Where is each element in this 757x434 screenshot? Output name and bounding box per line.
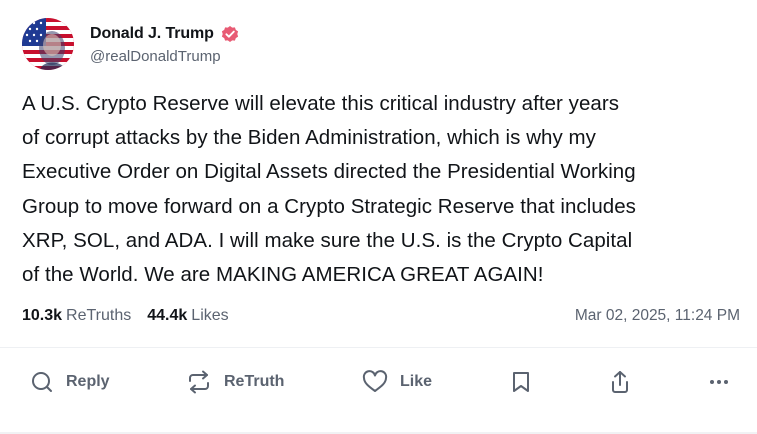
avatar[interactable]	[22, 18, 74, 70]
bookmark-icon	[510, 370, 532, 394]
more-icon	[707, 370, 731, 394]
author-handle[interactable]: @realDonaldTrump	[90, 48, 240, 65]
reply-label: Reply	[66, 373, 110, 390]
reply-button[interactable]: Reply	[30, 364, 110, 400]
post-header: Donald J. Trump @realDonaldTrump	[22, 18, 240, 70]
display-name[interactable]: Donald J. Trump	[90, 25, 214, 43]
retruth-icon	[186, 370, 212, 394]
like-icon	[362, 370, 388, 394]
reply-icon	[30, 370, 54, 394]
avatar-flag-portrait-icon	[22, 18, 74, 70]
likes-count[interactable]: 44.4k	[147, 307, 187, 325]
action-bar: Reply ReTruth Like	[0, 364, 757, 400]
share-button[interactable]	[609, 364, 631, 400]
retruths-count[interactable]: 10.3k	[22, 307, 62, 325]
name-row: Donald J. Trump	[90, 23, 240, 45]
divider	[0, 347, 757, 348]
retruth-button[interactable]: ReTruth	[186, 364, 284, 400]
author-names: Donald J. Trump @realDonaldTrump	[90, 23, 240, 65]
like-label: Like	[400, 373, 433, 390]
like-button[interactable]: Like	[362, 364, 432, 400]
retruths-label[interactable]: ReTruths	[66, 307, 131, 325]
post-stats: 10.3k ReTruths 44.4k Likes Mar 02, 2025,…	[22, 305, 740, 327]
verified-badge-icon	[220, 24, 240, 44]
bookmark-button[interactable]	[510, 364, 532, 400]
truth-post: Donald J. Trump @realDonaldTrump A U.S. …	[0, 0, 757, 434]
post-timestamp[interactable]: Mar 02, 2025, 11:24 PM	[575, 307, 740, 325]
share-icon	[609, 370, 631, 394]
likes-label[interactable]: Likes	[191, 307, 228, 325]
retruth-label: ReTruth	[224, 373, 285, 390]
more-options-button[interactable]	[707, 364, 731, 400]
post-text: A U.S. Crypto Reserve will elevate this …	[22, 92, 636, 287]
